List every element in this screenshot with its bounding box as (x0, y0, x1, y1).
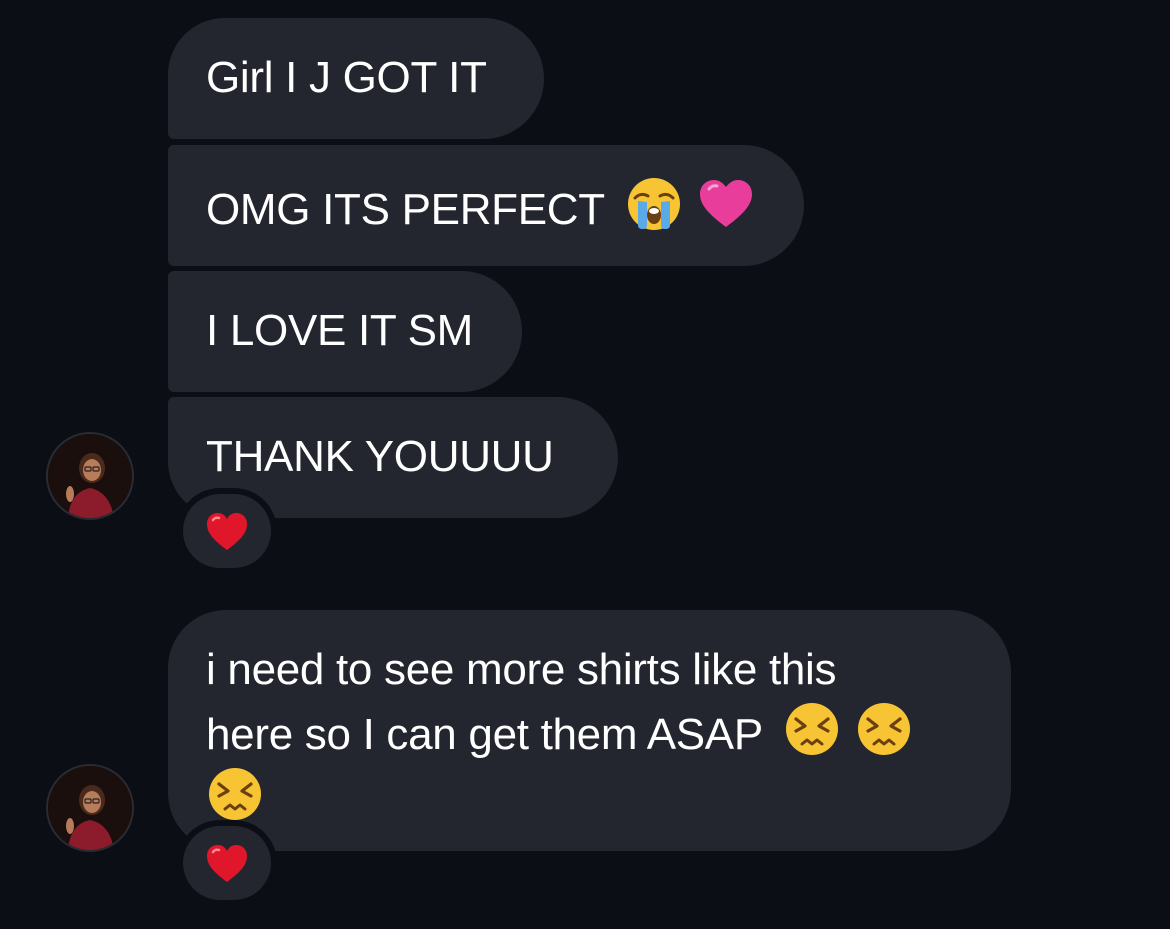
avatar[interactable] (48, 766, 132, 850)
persevering-face-icon (783, 700, 841, 758)
reaction-badge[interactable] (183, 494, 271, 568)
red-heart-icon (207, 845, 247, 882)
message-thread: Girl I J GOT IT OMG ITS PERFECT I LOVE I… (0, 0, 1170, 929)
message-text-line: here so I can get them ASAP (206, 710, 763, 759)
message-text: OMG ITS PERFECT (206, 185, 605, 234)
message-bubble[interactable]: i need to see more shirts like this here… (168, 610, 1011, 851)
message-text: I LOVE IT SM (206, 306, 473, 355)
loudly-crying-face-icon (625, 175, 683, 233)
reaction-badge[interactable] (183, 826, 271, 900)
message-bubble[interactable]: OMG ITS PERFECT (168, 145, 804, 266)
persevering-face-icon (855, 700, 913, 758)
message-bubble[interactable]: I LOVE IT SM (168, 271, 522, 392)
persevering-face-icon (206, 765, 264, 823)
message-text: THANK YOUUUU (206, 432, 554, 481)
pink-heart-icon (697, 175, 755, 233)
message-text-line: i need to see more shirts like this (206, 645, 837, 694)
message-bubble[interactable]: Girl I J GOT IT (168, 18, 544, 139)
red-heart-icon (207, 513, 247, 550)
avatar[interactable] (48, 434, 132, 518)
message-text: Girl I J GOT IT (206, 53, 487, 102)
